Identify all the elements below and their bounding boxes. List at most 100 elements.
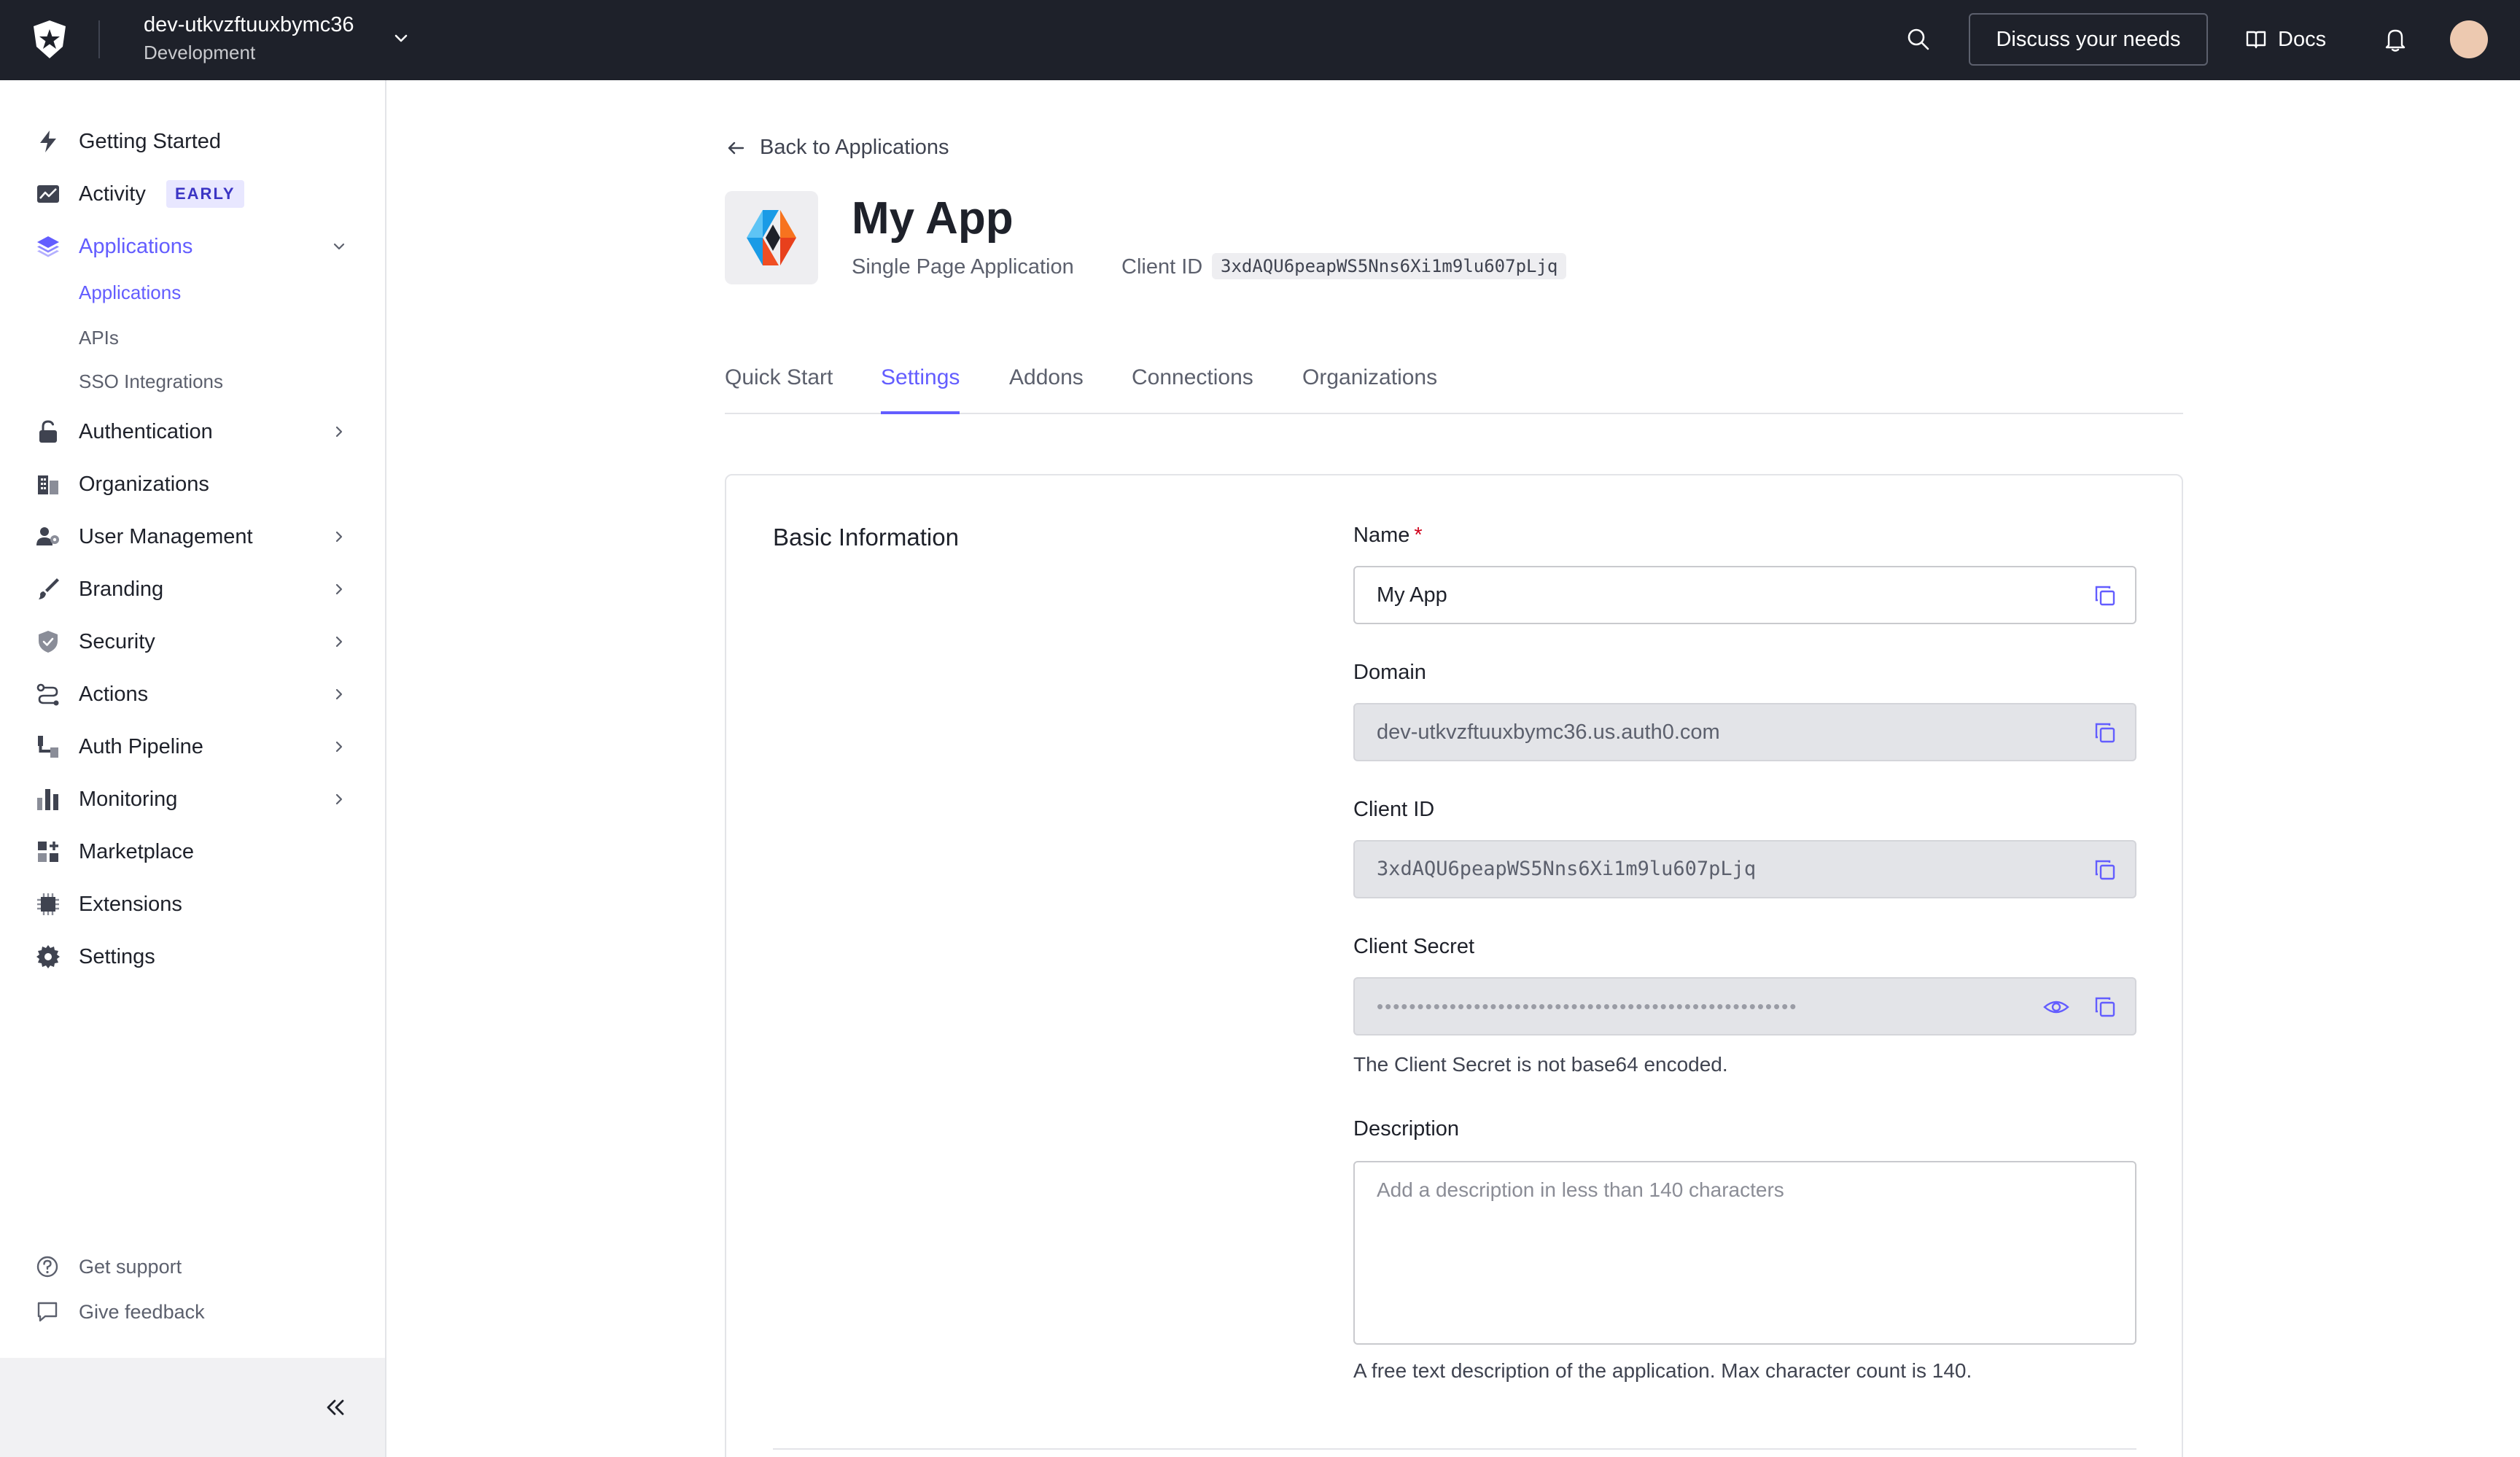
sidebar: Getting Started Activity EARLY Applicati…: [0, 80, 386, 1457]
tenant-switcher[interactable]: dev-utkvzftuuxbymc36 Development: [144, 12, 354, 66]
description-textarea[interactable]: Add a description in less than 140 chara…: [1353, 1161, 2136, 1345]
sidebar-footer: [0, 1358, 385, 1457]
client-id-field[interactable]: 3xdAQU6peapWS5Nns6Xi1m9lu607pLjq: [1353, 840, 2136, 898]
shield-icon: [39, 631, 58, 653]
domain-field[interactable]: dev-utkvzftuuxbymc36.us.auth0.com: [1353, 703, 2136, 761]
sidebar-subitem-sso-integrations[interactable]: SSO Integrations: [79, 370, 223, 393]
copy-icon[interactable]: [2093, 995, 2118, 1019]
bell-icon[interactable]: [2383, 26, 2408, 53]
get-support-link[interactable]: Get support: [35, 1254, 182, 1279]
chat-bubble-icon: [37, 1302, 58, 1322]
sidebar-item-label: Getting Started: [79, 129, 222, 153]
search-icon[interactable]: [1906, 27, 1931, 52]
auth0-logo-icon[interactable]: [29, 19, 70, 60]
tab-addons[interactable]: Addons: [1009, 362, 1084, 414]
domain-label: Domain: [1353, 661, 1426, 684]
tenant-name: dev-utkvzftuuxbymc36: [144, 13, 354, 36]
sidebar-item-user-management[interactable]: User Management: [0, 510, 385, 563]
sidebar-item-extensions[interactable]: Extensions: [0, 878, 385, 930]
name-label-text: Name: [1353, 524, 1410, 547]
chevron-right-icon[interactable]: [330, 737, 349, 756]
client-id-label: Client ID: [1121, 255, 1203, 279]
user-avatar[interactable]: [2450, 20, 2488, 58]
sidebar-item-settings[interactable]: Settings: [0, 930, 385, 983]
back-label: Back to Applications: [760, 136, 949, 159]
tab-organizations[interactable]: Organizations: [1302, 362, 1437, 414]
lock-icon: [39, 420, 57, 443]
early-badge: EARLY: [166, 180, 244, 208]
client-id-chip[interactable]: 3xdAQU6peapWS5Nns6Xi1m9lu607pLjq: [1212, 253, 1567, 279]
layers-icon: [37, 236, 59, 257]
chevron-right-icon[interactable]: [330, 632, 349, 651]
sidebar-item-label: Security: [79, 629, 155, 653]
sidebar-item-label: Actions: [79, 682, 149, 706]
tab-connections[interactable]: Connections: [1132, 362, 1253, 414]
chevron-right-icon[interactable]: [330, 790, 349, 809]
sidebar-item-label: Activity: [79, 182, 146, 206]
sidebar-item-actions[interactable]: Actions: [0, 668, 385, 720]
chevron-right-icon[interactable]: [330, 527, 349, 546]
copy-icon[interactable]: [2093, 720, 2118, 745]
sidebar-item-label: Settings: [79, 944, 155, 968]
collapse-sidebar-icon[interactable]: [321, 1394, 350, 1421]
docs-link[interactable]: Docs: [2244, 22, 2326, 57]
copy-icon[interactable]: [2093, 583, 2118, 608]
copy-icon[interactable]: [2093, 858, 2118, 882]
sidebar-item-label: User Management: [79, 524, 253, 548]
sidebar-item-label: Applications: [79, 234, 193, 258]
app-type: Single Page Application: [852, 255, 1074, 279]
section-divider: [773, 1448, 2136, 1450]
name-field[interactable]: My App: [1353, 566, 2136, 624]
give-feedback-link[interactable]: Give feedback: [35, 1299, 205, 1324]
client-id-field-label: Client ID: [1353, 798, 1435, 821]
sidebar-item-getting-started[interactable]: Getting Started: [0, 115, 385, 168]
sidebar-item-authentication[interactable]: Authentication: [0, 405, 385, 458]
sidebar-item-activity[interactable]: Activity EARLY: [0, 168, 385, 220]
bar-chart-icon: [37, 789, 58, 810]
users-icon: [36, 527, 59, 545]
client-secret-field[interactable]: ••••••••••••••••••••••••••••••••••••••••…: [1353, 977, 2136, 1036]
client-secret-help: The Client Secret is not base64 encoded.: [1353, 1053, 1728, 1076]
get-support-label: Get support: [79, 1255, 182, 1278]
chevron-down-icon[interactable]: [391, 28, 411, 48]
sidebar-item-organizations[interactable]: Organizations: [0, 458, 385, 510]
sidebar-item-label: Marketplace: [79, 839, 194, 863]
discuss-your-needs-button[interactable]: Discuss your needs: [1969, 13, 2208, 66]
back-to-applications-link[interactable]: Back to Applications: [725, 136, 949, 160]
sidebar-item-branding[interactable]: Branding: [0, 563, 385, 615]
chevron-down-icon[interactable]: [330, 237, 349, 256]
chevron-right-icon[interactable]: [330, 422, 349, 441]
description-label: Description: [1353, 1117, 1460, 1141]
sidebar-item-label: Organizations: [79, 472, 209, 496]
sidebar-item-applications[interactable]: Applications: [0, 220, 385, 273]
sidebar-item-monitoring[interactable]: Monitoring: [0, 773, 385, 825]
sidebar-item-label: Monitoring: [79, 787, 178, 811]
topbar-divider: [98, 20, 100, 58]
section-title: Basic Information: [773, 524, 959, 551]
give-feedback-label: Give feedback: [79, 1300, 205, 1323]
chip-icon: [37, 893, 59, 915]
sidebar-item-marketplace[interactable]: Marketplace: [0, 825, 385, 878]
arrow-left-icon: [728, 141, 744, 154]
help-circle-icon: [36, 1256, 58, 1278]
chevron-right-icon[interactable]: [330, 685, 349, 704]
client-secret-label: Client Secret: [1353, 935, 1475, 958]
description-placeholder: Add a description in less than 140 chara…: [1377, 1178, 1784, 1201]
sidebar-item-label: Extensions: [79, 892, 182, 916]
tab-settings[interactable]: Settings: [881, 362, 960, 414]
activity-chart-icon: [37, 185, 59, 203]
sidebar-item-auth-pipeline[interactable]: Auth Pipeline: [0, 720, 385, 773]
page-title: My App: [852, 193, 1014, 244]
top-bar: dev-utkvzftuuxbymc36 Development Discuss…: [0, 0, 2520, 80]
eye-icon[interactable]: [2043, 995, 2069, 1019]
sidebar-item-security[interactable]: Security: [0, 615, 385, 668]
sidebar-subitem-applications[interactable]: Applications: [79, 281, 181, 304]
app-logo-icon: [747, 210, 796, 265]
chevron-right-icon[interactable]: [330, 580, 349, 599]
tab-quick-start[interactable]: Quick Start: [725, 362, 833, 414]
lightning-icon: [40, 131, 56, 152]
gear-icon: [36, 945, 60, 968]
sidebar-subitem-apis[interactable]: APIs: [79, 327, 119, 349]
grid-plus-icon: [38, 842, 58, 862]
name-value: My App: [1377, 583, 1447, 607]
